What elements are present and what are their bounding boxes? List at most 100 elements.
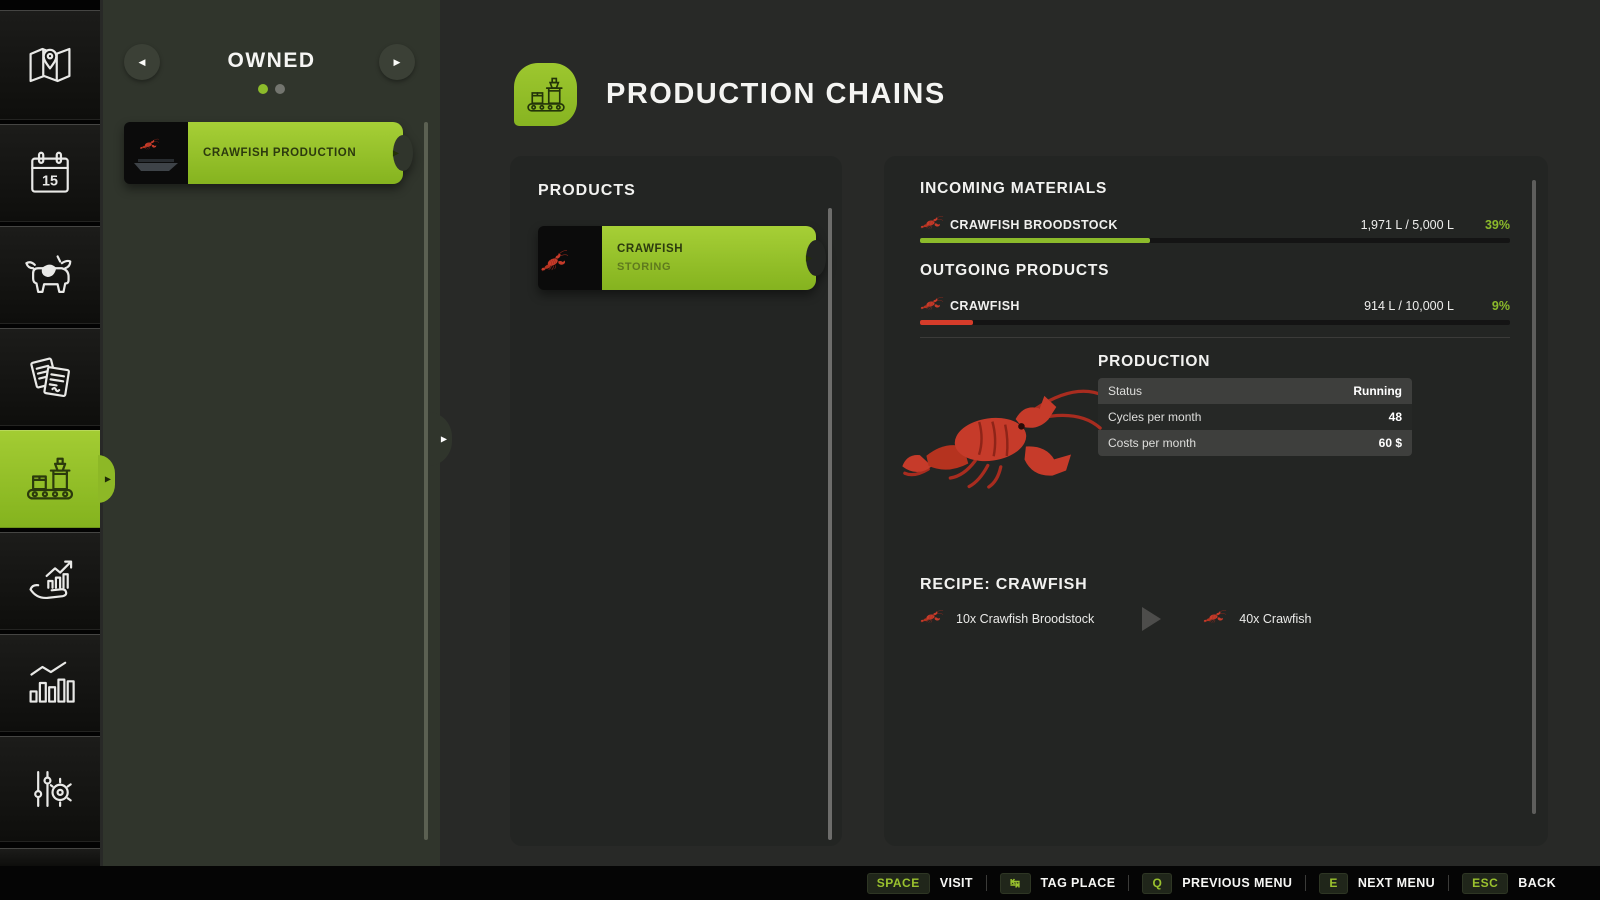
row-label: Cycles per month xyxy=(1108,410,1201,424)
crawfish-product-image xyxy=(899,350,1110,522)
crawfish-image xyxy=(538,226,602,290)
hint-tag-place[interactable]: ↹ TAG PLACE xyxy=(1000,873,1115,894)
owned-panel: ◀ OWNED ▶ CRAWFISH PRODUCTION ▶ ▶ xyxy=(103,0,440,866)
map-icon xyxy=(23,38,77,92)
hint-next-menu[interactable]: E NEXT MENU xyxy=(1319,873,1435,894)
sidebar-item-map[interactable] xyxy=(0,10,100,120)
recipe-input: 10x Crawfish Broodstock xyxy=(956,612,1094,626)
chevron-right-icon: ▶ xyxy=(393,149,399,158)
hint-label: TAG PLACE xyxy=(1041,876,1116,890)
outgoing-progress-fill xyxy=(920,320,973,325)
material-percent: 39% xyxy=(1454,218,1510,232)
product-name: CRAWFISH xyxy=(950,299,1020,313)
page-header-icon-badge xyxy=(514,63,577,126)
recipe-output: 40x Crawfish xyxy=(1239,612,1311,626)
outgoing-product-row: CRAWFISH 914 L / 10,000 L 9% xyxy=(920,295,1510,317)
hint-previous-menu[interactable]: Q PREVIOUS MENU xyxy=(1142,873,1292,894)
cow-icon xyxy=(23,248,77,302)
product-percent: 9% xyxy=(1454,299,1510,313)
panel-collapse-handle[interactable]: ▶ xyxy=(428,412,452,466)
production-info-table: Status Running Cycles per month 48 Costs… xyxy=(1098,378,1412,456)
table-row-cycles: Cycles per month 48 xyxy=(1098,404,1412,430)
crawfish-icon xyxy=(920,295,950,317)
hint-label: VISIT xyxy=(940,876,973,890)
owned-list-scrollbar[interactable] xyxy=(424,122,428,840)
incoming-progress-fill xyxy=(920,238,1150,243)
main-menu-sidebar: 15 ▶ xyxy=(0,0,100,866)
sidebar-item-settings[interactable] xyxy=(0,736,100,842)
hint-back[interactable]: ESC BACK xyxy=(1462,873,1556,894)
row-value: Running xyxy=(1353,384,1402,398)
recipe-row: 10x Crawfish Broodstock 40x Crawfish xyxy=(920,606,1312,632)
sidebar-item-calendar[interactable]: 15 xyxy=(0,124,100,222)
production-details-panel: INCOMING MATERIALS CRAWFISH BROODSTOCK 1… xyxy=(884,156,1548,846)
row-value: 48 xyxy=(1389,410,1402,424)
bar-chart-icon xyxy=(23,656,77,710)
sidebar-item-partial xyxy=(0,848,100,866)
calendar-icon: 15 xyxy=(23,146,77,200)
chevron-right-icon: ▶ xyxy=(806,254,812,263)
row-label: Status xyxy=(1108,384,1142,398)
sliders-gear-icon xyxy=(23,762,77,816)
crawfish-icon xyxy=(1203,608,1233,630)
tab-key: ↹ xyxy=(1000,873,1031,894)
production-section-title: PRODUCTION xyxy=(1098,353,1210,371)
active-tab-arrow-icon: ▶ xyxy=(105,475,111,484)
row-value: 60 $ xyxy=(1379,436,1402,450)
owned-item-crawfish-production[interactable]: CRAWFISH PRODUCTION ▶ xyxy=(124,122,403,184)
page-title: PRODUCTION CHAINS xyxy=(606,78,946,111)
material-amount: 1,971 L / 5,000 L xyxy=(1361,218,1454,232)
sidebar-item-contracts[interactable] xyxy=(0,328,100,426)
incoming-progress-bar xyxy=(920,238,1510,243)
chevron-right-icon: ▶ xyxy=(441,435,447,444)
hint-label: NEXT MENU xyxy=(1358,876,1435,890)
incoming-materials-title: INCOMING MATERIALS xyxy=(920,180,1107,198)
owned-item-label: CRAWFISH PRODUCTION xyxy=(203,147,403,159)
finance-hand-chart-icon xyxy=(23,554,77,608)
esc-key: ESC xyxy=(1462,873,1508,894)
owned-item-label-area: CRAWFISH PRODUCTION ▶ xyxy=(188,122,403,184)
pagination-dot xyxy=(275,84,285,94)
product-amount: 914 L / 10,000 L xyxy=(1364,299,1454,313)
sidebar-item-production-chains[interactable]: ▶ xyxy=(0,430,100,528)
sidebar-item-statistics[interactable] xyxy=(0,634,100,732)
recipe-arrow-icon xyxy=(1142,607,1161,631)
sidebar-item-finances[interactable] xyxy=(0,532,100,630)
outgoing-progress-bar xyxy=(920,320,1510,325)
product-item-crawfish[interactable]: CRAWFISH STORING ▶ xyxy=(538,226,816,290)
owned-page-next-button[interactable]: ▶ xyxy=(379,44,415,80)
owned-pagination-dots xyxy=(103,84,440,94)
incoming-material-row: CRAWFISH BROODSTOCK 1,971 L / 5,000 L 39… xyxy=(920,214,1510,236)
pagination-dot-active xyxy=(258,84,268,94)
crawfish-icon xyxy=(920,608,950,630)
crawfish-trap-image xyxy=(124,122,188,184)
crawfish-icon xyxy=(920,214,950,236)
space-key: SPACE xyxy=(867,873,930,894)
production-chain-icon xyxy=(23,452,77,506)
product-item-label-area: CRAWFISH STORING ▶ xyxy=(602,226,816,290)
hint-label: PREVIOUS MENU xyxy=(1182,876,1292,890)
products-panel-title: PRODUCTS xyxy=(538,182,636,200)
hint-separator xyxy=(1305,875,1306,891)
hint-label: BACK xyxy=(1518,876,1556,890)
section-divider xyxy=(920,337,1510,338)
hint-visit[interactable]: SPACE VISIT xyxy=(867,873,973,894)
outgoing-products-title: OUTGOING PRODUCTS xyxy=(920,262,1109,280)
material-name: CRAWFISH BROODSTOCK xyxy=(950,218,1118,232)
calendar-day-label: 15 xyxy=(42,174,58,190)
hint-separator xyxy=(1128,875,1129,891)
products-list-scrollbar[interactable] xyxy=(828,208,832,840)
documents-icon xyxy=(23,350,77,404)
e-key: E xyxy=(1319,873,1348,894)
recipe-title: RECIPE: CRAWFISH xyxy=(920,576,1087,594)
table-row-status: Status Running xyxy=(1098,378,1412,404)
row-label: Costs per month xyxy=(1108,436,1196,450)
q-key: Q xyxy=(1142,873,1172,894)
hint-separator xyxy=(986,875,987,891)
sidebar-item-animals[interactable] xyxy=(0,226,100,324)
key-hint-bar: SPACE VISIT ↹ TAG PLACE Q PREVIOUS MENU … xyxy=(0,866,1600,900)
product-name: CRAWFISH xyxy=(617,243,816,255)
production-chain-icon xyxy=(524,73,568,117)
product-status: STORING xyxy=(617,261,816,273)
details-scrollbar[interactable] xyxy=(1532,180,1536,814)
